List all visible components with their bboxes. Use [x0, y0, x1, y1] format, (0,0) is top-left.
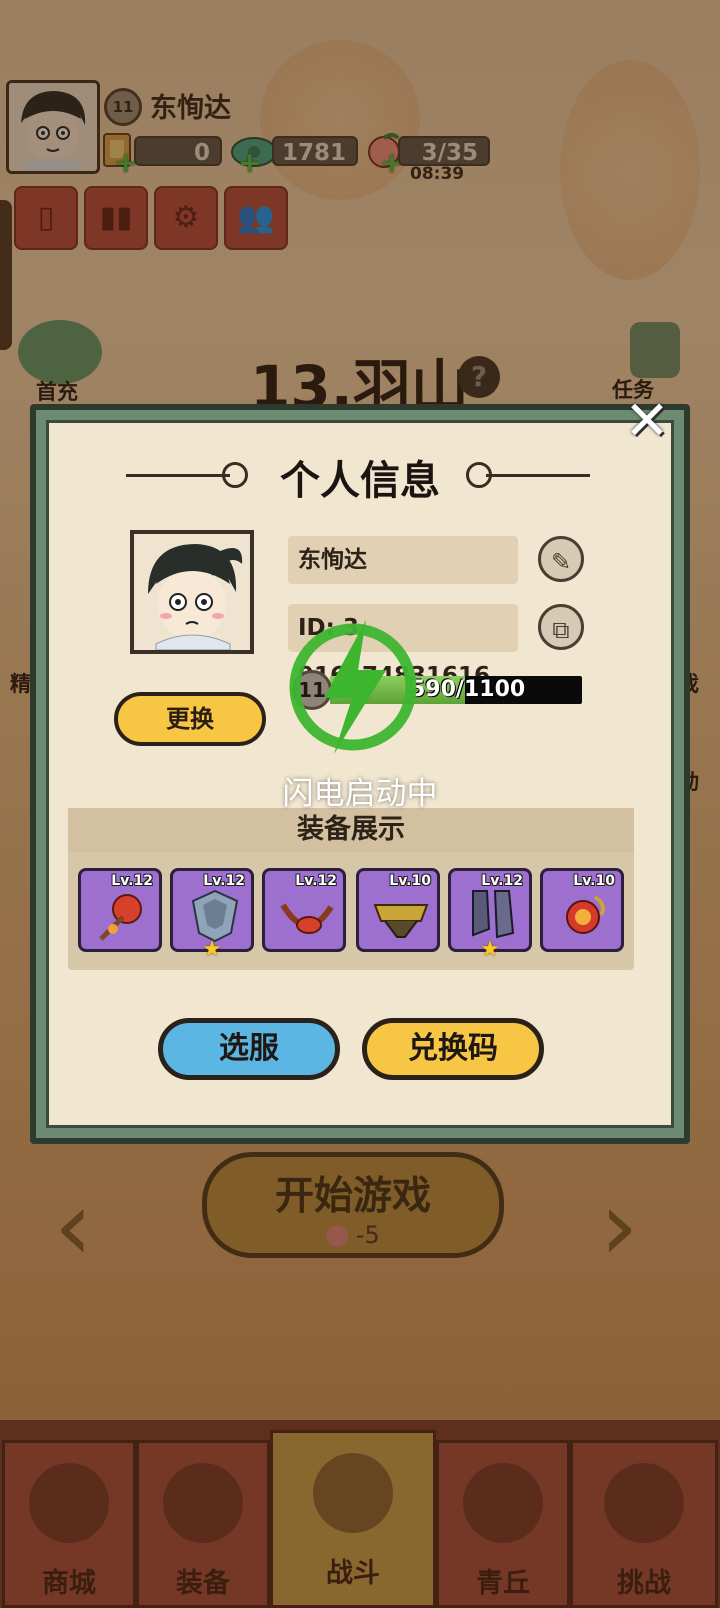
- equipment-slot[interactable]: Lv.10: [540, 868, 624, 952]
- modal-title: 个人信息: [280, 458, 440, 504]
- player-name-field: 东恂达: [288, 536, 518, 584]
- loading-text: 闪电启动中: [282, 776, 438, 812]
- lightning-loading-icon: [286, 620, 420, 754]
- portrait-face-icon: [134, 534, 250, 650]
- star-icon: ★: [480, 937, 500, 962]
- copy-id-icon[interactable]: ⧉: [538, 604, 584, 650]
- change-avatar-button[interactable]: 更换: [114, 692, 266, 746]
- dark-boots-icon: [472, 890, 515, 939]
- close-icon[interactable]: ✕: [622, 394, 672, 448]
- redeem-code-button[interactable]: 兑换码: [362, 1018, 544, 1080]
- gold-belt-icon: [373, 904, 429, 938]
- star-icon: ★: [202, 937, 222, 962]
- equipment-slot[interactable]: Lv.12: [262, 868, 346, 952]
- red-flower-weapon-icon: [99, 894, 142, 941]
- profile-portrait: [130, 530, 254, 654]
- silver-armor-icon: [191, 889, 239, 943]
- equipment-slot[interactable]: Lv.12: [78, 868, 162, 952]
- equipment-slot[interactable]: Lv.10: [356, 868, 440, 952]
- equipment-header: 装备展示: [68, 808, 634, 852]
- experience-text: 590/1100: [410, 677, 526, 702]
- select-server-button[interactable]: 选服: [158, 1018, 340, 1080]
- red-ribbon-necklace-icon: [280, 903, 334, 934]
- red-orb-ring-icon: [566, 895, 605, 934]
- edit-name-brush-icon[interactable]: ✎: [538, 536, 584, 582]
